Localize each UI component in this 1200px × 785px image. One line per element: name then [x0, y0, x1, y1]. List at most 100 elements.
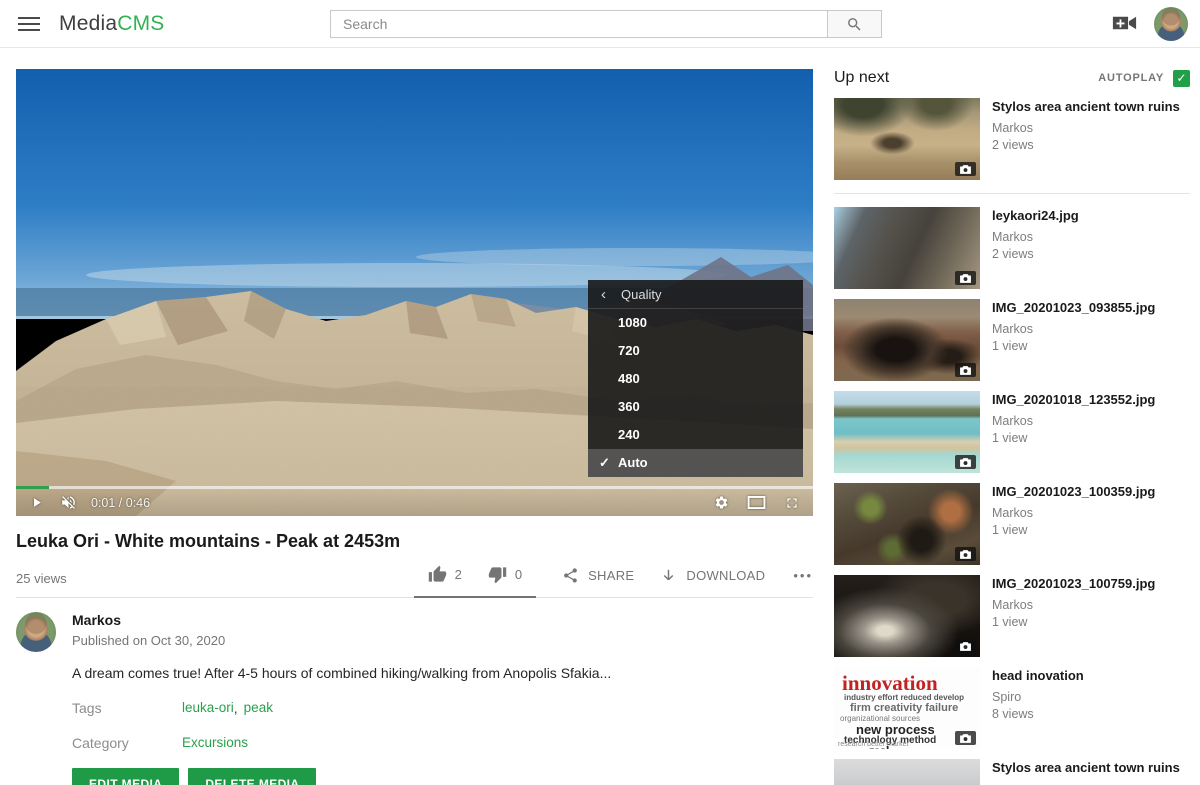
quality-option-240[interactable]: 240 — [588, 421, 803, 449]
search-button[interactable] — [827, 10, 882, 38]
list-item[interactable]: innovation industry effort reduced devel… — [834, 667, 1190, 749]
logo[interactable]: MediaCMS — [59, 12, 164, 36]
video-player[interactable]: ‹ Quality 1080 720 480 360 240 ✓ Auto — [16, 69, 813, 516]
camera-icon — [959, 641, 972, 652]
dislike-button[interactable]: 0 — [488, 565, 522, 584]
camera-icon — [959, 733, 972, 744]
item-title[interactable]: IMG_20201018_123552.jpg — [992, 392, 1155, 408]
tag-link-leuka-ori[interactable]: leuka-ori — [182, 700, 234, 716]
item-views: 8 views — [992, 707, 1084, 721]
volume-muted-icon — [60, 494, 77, 511]
share-button[interactable]: SHARE — [562, 567, 634, 584]
theater-mode-button[interactable] — [747, 495, 766, 510]
category-link[interactable]: Excursions — [182, 735, 248, 751]
upload-media-icon[interactable] — [1112, 14, 1137, 37]
top-bar: MediaCMS — [0, 0, 1200, 48]
thumbnail[interactable] — [834, 98, 980, 180]
quality-option-1080[interactable]: 1080 — [588, 309, 803, 337]
meta-row: 25 views 2 0 SHARE — [16, 565, 813, 598]
view-count: 25 views — [16, 571, 67, 586]
rating-group: 2 0 — [414, 565, 536, 598]
action-bar: 2 0 SHARE DOWNLOAD ••• — [414, 565, 813, 586]
autoplay-checkbox[interactable]: ✓ — [1173, 70, 1190, 87]
player-controls: 0:01 / 0:46 — [16, 489, 813, 516]
thumbnail[interactable]: innovation industry effort reduced devel… — [834, 667, 980, 749]
list-item[interactable]: IMG_20201018_123552.jpg Markos 1 view — [834, 391, 1190, 473]
camera-icon — [959, 549, 972, 560]
tag-link-peak[interactable]: peak — [244, 700, 273, 716]
quality-option-360[interactable]: 360 — [588, 393, 803, 421]
item-title[interactable]: leykaori24.jpg — [992, 208, 1079, 224]
item-views: 1 view — [992, 339, 1155, 353]
image-type-badge — [955, 455, 976, 469]
item-author: Markos — [992, 598, 1155, 612]
logo-cms: CMS — [117, 12, 164, 35]
list-item[interactable]: IMG_20201023_100359.jpg Markos 1 view — [834, 483, 1190, 565]
menu-icon[interactable] — [18, 13, 40, 35]
quality-selected-label: Auto — [618, 455, 648, 470]
list-item[interactable]: IMG_20201023_100759.jpg Markos 1 view — [834, 575, 1190, 657]
play-button[interactable] — [29, 495, 44, 510]
thumbnail[interactable] — [834, 207, 980, 289]
up-next-sidebar: Up next AUTOPLAY ✓ Stylos area ancient t… — [834, 69, 1190, 785]
thumb-up-icon — [428, 565, 447, 584]
share-label: SHARE — [588, 568, 634, 583]
logo-media: Media — [59, 12, 117, 35]
autoplay-label: AUTOPLAY — [1098, 72, 1164, 84]
item-views: 1 view — [992, 431, 1155, 445]
thumbnail[interactable] — [834, 391, 980, 473]
item-title[interactable]: head inovation — [992, 668, 1084, 684]
edit-media-button[interactable]: EDIT MEDIA — [72, 768, 179, 785]
item-title[interactable]: IMG_20201023_100359.jpg — [992, 484, 1155, 500]
item-author: Markos — [992, 230, 1079, 244]
volume-button[interactable] — [60, 494, 77, 511]
user-avatar[interactable] — [1154, 7, 1188, 41]
camera-icon — [959, 457, 972, 468]
image-type-badge — [955, 271, 976, 285]
page-content: ‹ Quality 1080 720 480 360 240 ✓ Auto — [0, 48, 1200, 785]
thumbnail[interactable] — [834, 575, 980, 657]
theater-mode-icon — [747, 495, 766, 510]
list-item[interactable]: Stylos area ancient town ruins Markos 2 … — [834, 98, 1190, 194]
author-avatar[interactable] — [16, 612, 56, 652]
list-item[interactable]: Stylos area ancient town ruins — [834, 759, 1190, 785]
item-title[interactable]: IMG_20201023_100759.jpg — [992, 576, 1155, 592]
thumbnail[interactable] — [834, 759, 980, 785]
quality-option-auto[interactable]: ✓ Auto — [588, 449, 803, 477]
search-input[interactable] — [330, 10, 827, 38]
download-label: DOWNLOAD — [686, 568, 765, 583]
media-title: Leuka Ori - White mountains - Peak at 24… — [16, 531, 813, 552]
back-chevron-icon[interactable]: ‹ — [601, 287, 606, 302]
item-title[interactable]: IMG_20201023_093855.jpg — [992, 300, 1155, 316]
quality-option-480[interactable]: 480 — [588, 365, 803, 393]
list-item[interactable]: leykaori24.jpg Markos 2 views — [834, 207, 1190, 289]
author-name[interactable]: Markos — [72, 612, 225, 628]
quality-menu-header[interactable]: ‹ Quality — [588, 280, 803, 309]
camera-icon — [959, 164, 972, 175]
publish-date: Published on Oct 30, 2020 — [72, 633, 225, 648]
main-column: ‹ Quality 1080 720 480 360 240 ✓ Auto — [16, 69, 813, 785]
image-type-badge — [955, 639, 976, 653]
like-button[interactable]: 2 — [428, 565, 462, 584]
item-title[interactable]: Stylos area ancient town ruins — [992, 99, 1180, 115]
list-item[interactable]: IMG_20201023_093855.jpg Markos 1 view — [834, 299, 1190, 381]
owner-actions: EDIT MEDIA DELETE MEDIA — [72, 768, 813, 785]
thumbnail[interactable] — [834, 483, 980, 565]
fullscreen-button[interactable] — [784, 495, 800, 511]
time-display: 0:01 / 0:46 — [91, 496, 150, 510]
settings-button[interactable] — [714, 495, 729, 510]
quality-option-720[interactable]: 720 — [588, 337, 803, 365]
download-button[interactable]: DOWNLOAD — [660, 567, 765, 584]
wordcloud-word: industry effort reduced develop — [844, 693, 964, 702]
more-options-icon[interactable]: ••• — [793, 568, 813, 583]
item-views: 2 views — [992, 247, 1079, 261]
delete-media-button[interactable]: DELETE MEDIA — [188, 768, 316, 785]
item-views: 1 view — [992, 523, 1155, 537]
search-bar — [330, 10, 882, 38]
wordcloud-word: firm creativity failure — [850, 702, 958, 714]
search-icon — [846, 16, 863, 33]
item-title[interactable]: Stylos area ancient town ruins — [992, 760, 1180, 776]
item-views: 2 views — [992, 138, 1180, 152]
thumb-down-icon — [488, 565, 507, 584]
thumbnail[interactable] — [834, 299, 980, 381]
